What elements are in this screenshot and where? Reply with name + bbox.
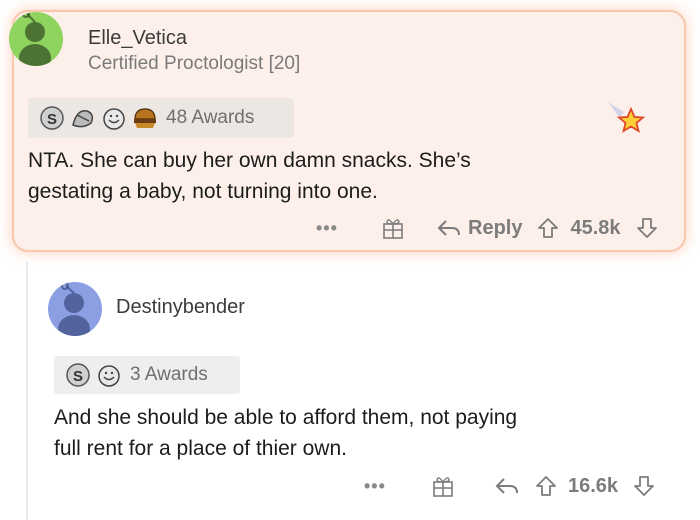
username[interactable]: Destinybender (116, 296, 245, 319)
vote-score: 45.8k (570, 216, 621, 239)
thread-line[interactable] (26, 262, 28, 520)
awards-count: 3 Awards (130, 364, 208, 385)
comment-body: And she should be able to afford them, n… (54, 402, 517, 464)
silver-award-icon: S (40, 106, 64, 130)
awards-bar[interactable]: S 3 Awards (54, 356, 240, 394)
vote-score: 16.6k (568, 474, 619, 497)
reply-button[interactable] (494, 475, 520, 497)
reply-icon (437, 220, 460, 236)
reply-icon (495, 478, 518, 494)
comment-line: full rent for a place of thier own. (54, 437, 347, 460)
star-award-icon (608, 102, 646, 133)
gift-icon (383, 219, 403, 239)
reply-button[interactable]: Reply (436, 217, 522, 240)
comment-actions: ••• Reply 45.8k (316, 216, 659, 240)
svg-text:S: S (73, 368, 83, 385)
comment-line: gestating a baby, not turning into one. (28, 180, 378, 203)
silver-award-icon: S (66, 363, 90, 387)
awards-bar[interactable]: S 48 Awards (28, 98, 294, 138)
comment-line: NTA. She can buy her own damn snacks. Sh… (28, 149, 471, 172)
downvote-arrow-icon (634, 476, 654, 496)
upvote-button[interactable] (534, 474, 558, 498)
reply-label: Reply (468, 216, 523, 239)
user-avatar[interactable] (9, 12, 63, 66)
comment-body: NTA. She can buy her own damn snacks. Sh… (28, 145, 471, 207)
upvote-arrow-icon (538, 218, 559, 238)
gift-icon (433, 477, 453, 497)
user-flair: Certified Proctologist [20] (88, 53, 301, 74)
user-avatar[interactable] (48, 282, 102, 336)
give-award-button[interactable] (432, 474, 454, 498)
smile-award-icon (103, 108, 125, 130)
downvote-button[interactable] (632, 474, 656, 498)
upvote-arrow-icon (536, 476, 556, 496)
give-award-button[interactable] (382, 216, 404, 240)
username[interactable]: Elle_Vetica (88, 27, 187, 50)
smile-award-icon (98, 365, 120, 387)
more-options-button[interactable]: ••• (316, 218, 342, 239)
awards-count: 48 Awards (166, 107, 255, 128)
downvote-button[interactable] (635, 216, 659, 240)
snoo-icon (58, 282, 90, 336)
burger-award-icon (134, 108, 156, 128)
upvote-button[interactable] (536, 216, 560, 240)
snoo-icon (19, 12, 51, 66)
wholesome-seal-icon (72, 110, 94, 128)
comment-line: And she should be able to afford them, n… (54, 406, 518, 429)
comment-actions: ••• 16.6k (364, 474, 656, 498)
downvote-arrow-icon (636, 218, 657, 238)
more-options-button[interactable]: ••• (364, 476, 390, 497)
svg-text:S: S (47, 111, 57, 128)
